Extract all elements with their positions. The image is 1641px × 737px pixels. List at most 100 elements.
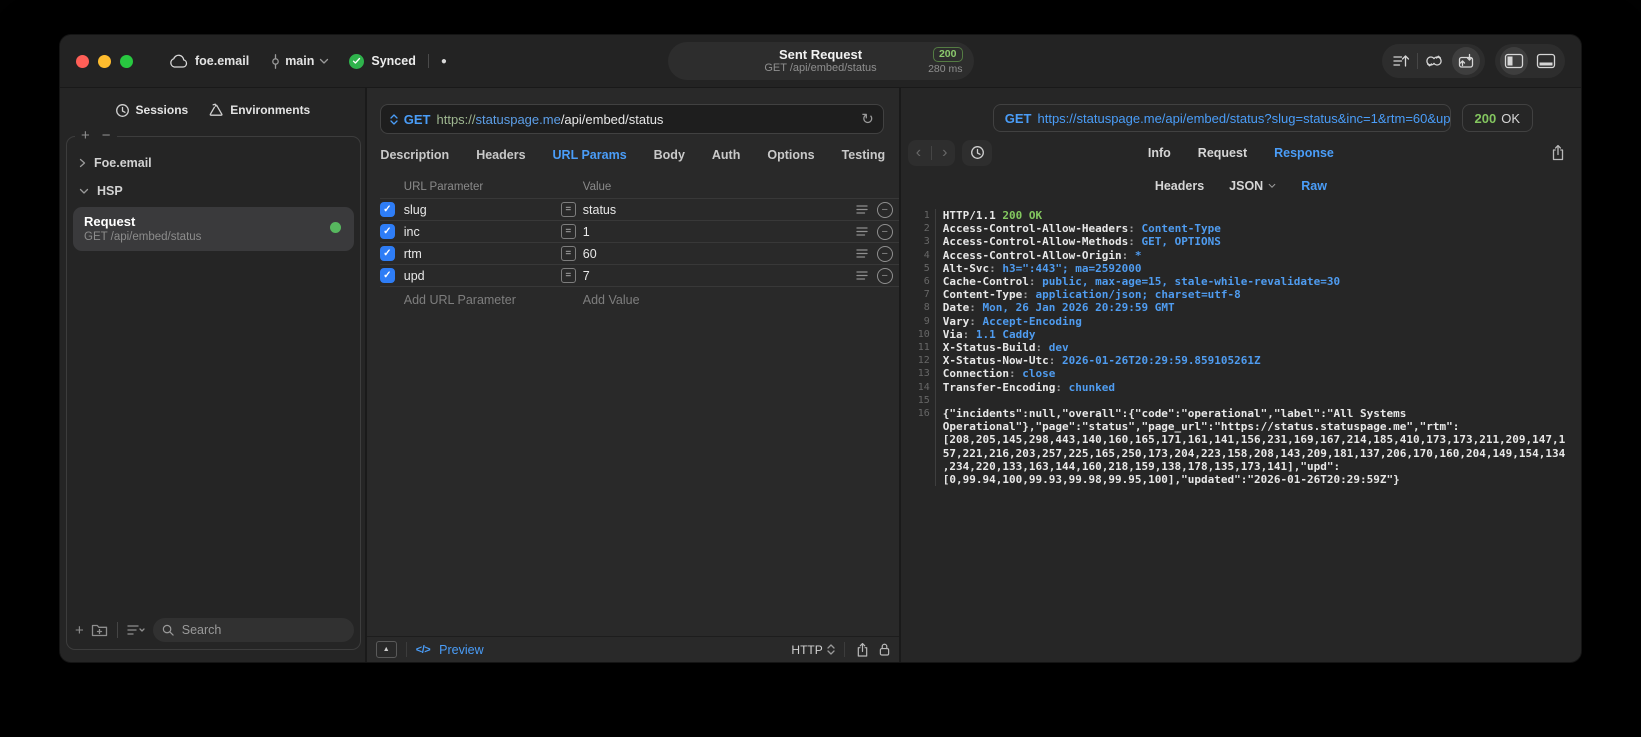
lock-icon[interactable] bbox=[879, 642, 890, 657]
grip-icon[interactable] bbox=[847, 226, 869, 237]
response-line: 6 Cache-Control: public, max-age=15, stal… bbox=[908, 275, 1571, 289]
sent-request-pill[interactable]: Sent Request GET /api/embed/status 200 2… bbox=[667, 42, 974, 80]
sent-request-subtitle: GET /api/embed/status bbox=[764, 62, 877, 75]
request-tab-headers[interactable]: Headers bbox=[476, 148, 525, 162]
minimize-button[interactable] bbox=[98, 54, 111, 68]
param-enabled-checkbox[interactable]: ✓ bbox=[379, 202, 395, 217]
line-number: 14 bbox=[908, 380, 936, 394]
param-value-input[interactable]: status bbox=[579, 203, 847, 217]
param-name-input[interactable]: upd bbox=[404, 269, 561, 283]
preview-button[interactable]: Preview bbox=[439, 643, 483, 657]
protocol-selector[interactable]: HTTP bbox=[791, 643, 835, 657]
line-number: 11 bbox=[908, 341, 936, 355]
tree-item-hsp[interactable]: HSP bbox=[67, 177, 360, 205]
collapse-panel-button[interactable]: ▲ bbox=[375, 641, 397, 658]
forward-button[interactable]: › bbox=[942, 144, 947, 162]
method-label[interactable]: GET bbox=[404, 112, 431, 127]
panel-left-icon[interactable] bbox=[1500, 47, 1528, 75]
sync-status[interactable]: Synced bbox=[349, 53, 416, 69]
request-tab-body[interactable]: Body bbox=[654, 148, 685, 162]
response-tab-info[interactable]: Info bbox=[1148, 146, 1171, 160]
param-name-input[interactable]: inc bbox=[404, 225, 561, 239]
folder-add-icon[interactable] bbox=[91, 623, 108, 637]
import-icon[interactable] bbox=[1385, 46, 1417, 76]
remove-session-button[interactable]: − bbox=[102, 128, 111, 143]
request-tab-url-params[interactable]: URL Params bbox=[553, 148, 627, 162]
panel-bottom-icon[interactable] bbox=[1530, 46, 1562, 76]
param-table-header: URL Parameter Value bbox=[380, 176, 899, 198]
remove-param-button[interactable]: − bbox=[876, 245, 893, 262]
param-enabled-checkbox[interactable]: ✓ bbox=[379, 224, 395, 239]
param-enabled-checkbox[interactable]: ✓ bbox=[379, 268, 395, 283]
remove-param-button[interactable]: − bbox=[876, 201, 893, 218]
sync-loop-icon[interactable] bbox=[1418, 46, 1450, 76]
back-button[interactable]: ‹ bbox=[916, 144, 921, 162]
sent-request-url[interactable]: GET https://statuspage.me/api/embed/stat… bbox=[992, 104, 1451, 132]
add-value-button[interactable]: Add Value bbox=[579, 293, 847, 307]
line-text: Date: Mon, 26 Jan 2026 20:29:59 GMT bbox=[942, 301, 1175, 315]
code-icon: </> bbox=[415, 643, 431, 656]
line-number: 10 bbox=[908, 327, 936, 342]
add-url-parameter-button[interactable]: Add URL Parameter bbox=[404, 293, 561, 307]
close-button[interactable] bbox=[76, 54, 89, 68]
param-name-input[interactable]: rtm bbox=[404, 247, 561, 261]
tab-sessions[interactable]: Sessions bbox=[115, 103, 188, 118]
main-area: Sessions Environments + − Foe.email HSP … bbox=[60, 88, 1581, 662]
sync-label: Synced bbox=[371, 54, 416, 68]
remove-param-button[interactable]: − bbox=[876, 223, 893, 240]
share-icon[interactable] bbox=[856, 642, 869, 658]
line-number: 5 bbox=[908, 261, 936, 276]
search-field[interactable] bbox=[152, 618, 354, 642]
param-value-input[interactable]: 60 bbox=[579, 247, 847, 261]
project-menu[interactable]: foe.email bbox=[169, 54, 249, 68]
list-style-icon[interactable] bbox=[127, 624, 146, 636]
param-add-row: Add URL Parameter Add Value bbox=[380, 287, 899, 312]
request-pane: GET https://statuspage.me/api/embed/stat… bbox=[366, 88, 901, 662]
search-input[interactable] bbox=[179, 622, 345, 638]
duration-label: 280 ms bbox=[928, 63, 963, 75]
line-text: Access-Control-Allow-Origin: * bbox=[942, 248, 1142, 262]
response-subtab-raw[interactable]: Raw bbox=[1301, 179, 1327, 193]
remove-param-button[interactable]: − bbox=[876, 267, 893, 284]
request-url-bar[interactable]: GET https://statuspage.me/api/embed/stat… bbox=[379, 104, 884, 134]
tree-item-request-selected[interactable]: Request GET /api/embed/status bbox=[73, 207, 354, 251]
response-subtab-headers[interactable]: Headers bbox=[1155, 179, 1204, 193]
request-tab-description[interactable]: Description bbox=[380, 148, 449, 162]
param-enabled-checkbox[interactable]: ✓ bbox=[379, 246, 395, 261]
refresh-icon[interactable]: ↻ bbox=[861, 110, 874, 128]
response-tab-request[interactable]: Request bbox=[1198, 146, 1247, 160]
column-value: Value bbox=[582, 181, 612, 193]
grip-icon[interactable] bbox=[847, 270, 869, 281]
tab-environments[interactable]: Environments bbox=[208, 103, 310, 117]
line-text: Access-Control-Allow-Methods: GET, OPTIO… bbox=[942, 235, 1221, 249]
param-row-inc: ✓ inc = 1 − bbox=[379, 221, 899, 243]
history-button[interactable] bbox=[962, 139, 993, 166]
request-tab-auth[interactable]: Auth bbox=[712, 148, 740, 162]
line-text: Access-Control-Allow-Headers: Content-Ty… bbox=[942, 222, 1221, 236]
response-body[interactable]: 1 HTTP/1.1 200 OK 2 Access-Control-Allow-He… bbox=[901, 199, 1581, 662]
param-value-input[interactable]: 7 bbox=[579, 269, 847, 283]
add-request-button[interactable]: + bbox=[75, 623, 84, 638]
equals-icon: = bbox=[560, 224, 576, 239]
add-session-button[interactable]: + bbox=[81, 128, 90, 143]
tree-item-foe-email[interactable]: Foe.email bbox=[67, 149, 360, 177]
response-line: 1 HTTP/1.1 200 OK bbox=[908, 209, 1571, 223]
grip-icon[interactable] bbox=[847, 248, 869, 259]
param-value-input[interactable]: 1 bbox=[579, 225, 847, 239]
send-receive-icon[interactable] bbox=[1452, 47, 1480, 75]
request-method-path: GET /api/embed/status bbox=[84, 231, 202, 243]
response-subtab-json[interactable]: JSON bbox=[1229, 179, 1276, 193]
grip-icon[interactable] bbox=[847, 204, 869, 215]
response-tab-response[interactable]: Response bbox=[1274, 146, 1334, 160]
method-stepper-icon[interactable] bbox=[390, 113, 398, 125]
request-tab-testing[interactable]: Testing bbox=[842, 148, 886, 162]
param-name-input[interactable]: slug bbox=[404, 203, 561, 217]
zoom-button[interactable] bbox=[120, 54, 133, 68]
equals-icon: = bbox=[560, 202, 576, 217]
branch-selector[interactable]: main bbox=[271, 53, 329, 69]
request-tab-options[interactable]: Options bbox=[767, 148, 814, 162]
export-response-icon[interactable] bbox=[1551, 144, 1565, 161]
param-row-rtm: ✓ rtm = 60 − bbox=[379, 243, 899, 265]
status-badge: 200 bbox=[932, 47, 963, 62]
request-url[interactable]: https://statuspage.me/api/embed/status bbox=[437, 112, 664, 127]
